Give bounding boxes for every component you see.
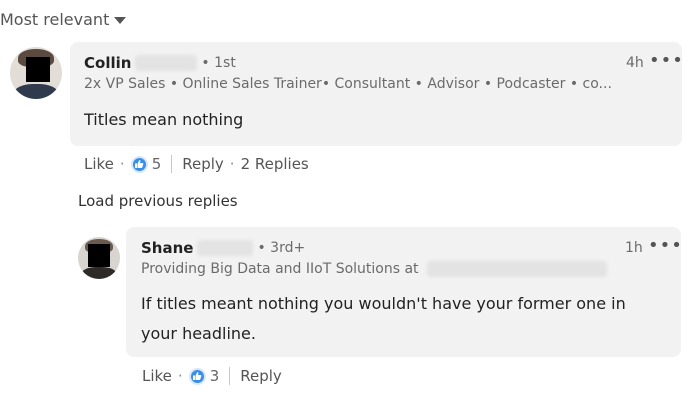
comment-bubble: Collin • 1st 2x VP Sales • Online Sales …	[70, 42, 684, 146]
more-options-icon[interactable]: •••	[648, 235, 683, 256]
divider	[171, 155, 173, 173]
reply-bubble: Shane • 3rd+ Providing Big Data and IIoT…	[126, 227, 683, 357]
reaction-count[interactable]: 3	[210, 367, 220, 385]
reply-text-line: your headline.	[141, 324, 256, 343]
author-headline: 2x VP Sales • Online Sales Trainer• Cons…	[84, 76, 612, 92]
separator-dot: ·	[119, 155, 125, 173]
like-button[interactable]: Like	[142, 367, 172, 385]
redacted-company	[426, 261, 607, 277]
replies-count-link[interactable]: 2 Replies	[241, 155, 309, 173]
censor-box	[25, 57, 50, 83]
redacted-surname	[135, 55, 198, 71]
author-headline: Providing Big Data and IIoT Solutions at	[141, 261, 419, 277]
caret-down-icon	[114, 16, 127, 24]
sort-label: Most relevant	[0, 9, 110, 29]
load-previous-replies-link[interactable]: Load previous replies	[78, 192, 238, 210]
like-reaction-icon[interactable]	[130, 155, 148, 173]
reply-text: If titles meant nothing you wouldn't hav…	[141, 289, 626, 349]
reply-actions: Like · 3 Reply	[142, 364, 282, 388]
comment-time: 4h	[626, 55, 644, 71]
sort-dropdown[interactable]: Most relevant	[0, 8, 127, 30]
author-name[interactable]: Shane	[141, 239, 193, 257]
more-options-icon[interactable]: •••	[649, 50, 684, 71]
avatar[interactable]	[78, 237, 120, 279]
comment-text: Titles mean nothing	[84, 110, 244, 129]
separator-dot: ·	[177, 367, 183, 385]
separator-dot: ·	[229, 155, 235, 173]
reaction-count[interactable]: 5	[152, 155, 162, 173]
like-reaction-icon[interactable]	[188, 367, 206, 385]
comment-author-row: Collin • 1st	[84, 54, 236, 72]
avatar-shoulders	[14, 84, 58, 99]
reply-time: 1h	[625, 240, 643, 256]
reply-button[interactable]: Reply	[182, 155, 224, 173]
redacted-surname	[197, 240, 254, 256]
comment-actions: Like · 5 Reply · 2 Replies	[84, 152, 309, 176]
connection-degree: • 1st	[201, 55, 236, 71]
author-name[interactable]: Collin	[84, 54, 131, 72]
like-button[interactable]: Like	[84, 155, 114, 173]
reply-button[interactable]: Reply	[240, 367, 282, 385]
avatar[interactable]	[10, 47, 62, 99]
reply-author-row: Shane • 3rd+	[141, 239, 305, 257]
avatar-shoulders	[81, 267, 117, 279]
divider	[229, 367, 231, 385]
censor-box	[88, 243, 110, 268]
reply-text-line: If titles meant nothing you wouldn't hav…	[141, 294, 626, 313]
connection-degree: • 3rd+	[257, 240, 306, 256]
author-headline-row: Providing Big Data and IIoT Solutions at	[141, 261, 607, 277]
